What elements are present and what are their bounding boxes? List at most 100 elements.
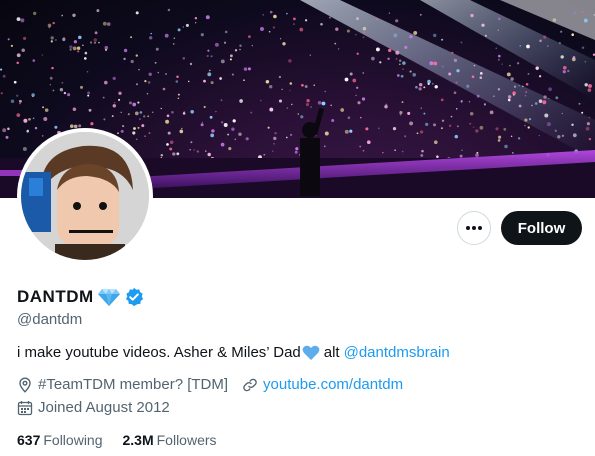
crowd-light [239,99,243,103]
crowd-light [440,98,444,102]
crowd-light [268,30,271,33]
crowd-light [469,122,472,125]
crowd-light [512,93,515,96]
crowd-light [22,147,27,151]
crowd-light [234,138,237,141]
crowd-light [28,117,31,121]
following-count: 637 [17,432,41,448]
crowd-light [50,40,53,43]
crowd-light [78,124,82,128]
crowd-light [227,133,230,136]
crowd-light [135,83,139,86]
crowd-light [148,72,152,76]
crowd-light [177,97,180,99]
profile-avatar[interactable] [17,128,153,264]
crowd-light [584,61,586,63]
crowd-light [43,117,48,121]
crowd-light [150,32,152,35]
crowd-light [555,96,559,100]
crowd-light [419,130,424,134]
crowd-light [143,115,146,118]
crowd-light [79,85,84,89]
crowd-light [32,117,35,120]
follow-button[interactable]: Follow [501,211,582,245]
crowd-light [385,103,388,106]
crowd-light [220,99,223,102]
crowd-light [77,50,80,53]
crowd-light [317,100,322,105]
crowd-light [398,59,402,63]
crowd-light [578,102,581,105]
crowd-light [229,58,232,61]
crowd-light [475,129,479,133]
crowd-light [122,125,125,128]
crowd-light [466,84,470,88]
crowd-light [560,55,564,59]
crowd-light [355,34,357,36]
crowd-light [450,115,453,118]
crowd-light [524,95,527,97]
crowd-light [538,99,543,103]
crowd-light [304,19,308,22]
crowd-light [510,135,513,138]
crowd-light [306,99,310,103]
crowd-light [581,111,584,114]
crowd-light [571,123,574,127]
profile-joined-date: Joined August 2012 [38,399,170,416]
bio-mention-link[interactable]: @dantdmsbrain [344,344,450,361]
crowd-light [90,122,94,126]
crowd-light [498,17,501,21]
crowd-light [273,14,277,19]
crowd-light [47,23,52,28]
crowd-light [359,145,362,148]
profile-website-link[interactable]: youtube.com/dantdm [263,376,403,393]
more-options-button[interactable] [457,211,491,245]
crowd-light [207,49,210,52]
crowd-light [2,74,6,78]
crowd-light [263,153,266,156]
crowd-light [102,96,105,99]
crowd-light [391,28,393,30]
followers-count: 2.3M [122,432,154,448]
crowd-light [185,23,189,27]
crowd-light [207,152,211,157]
crowd-light [23,118,28,123]
verified-badge-icon[interactable] [124,287,144,307]
crowd-light [139,111,143,114]
crowd-light [130,36,133,39]
crowd-light [98,41,100,44]
crowd-light [278,75,282,79]
followers-stat[interactable]: 2.3M Followers [123,432,217,448]
crowd-light [516,62,520,65]
crowd-light [223,123,228,127]
crowd-light [471,75,475,78]
following-stat[interactable]: 637 Following [17,432,103,448]
crowd-light [365,127,369,131]
crowd-light [128,101,133,105]
crowd-light [148,132,151,135]
crowd-light [460,100,463,103]
crowd-light [273,136,277,141]
crowd-light [176,152,180,156]
crowd-light [54,125,58,129]
crowd-light [300,115,304,119]
crowd-light [177,28,181,32]
crowd-light [362,31,366,34]
crowd-light [214,42,219,47]
crowd-light [265,80,270,84]
crowd-light [498,135,502,139]
crowd-light [259,99,262,102]
crowd-light [528,118,532,121]
crowd-light [49,84,51,86]
crowd-light [572,133,577,138]
crowd-light [194,22,197,24]
crowd-light [269,85,273,89]
crowd-light [10,99,15,103]
crowd-light [171,110,174,114]
crowd-light [260,27,264,31]
crowd-light [525,83,529,86]
crowd-light [561,134,565,137]
crowd-light [469,111,474,116]
crowd-light [179,129,184,134]
crowd-light [154,61,157,64]
